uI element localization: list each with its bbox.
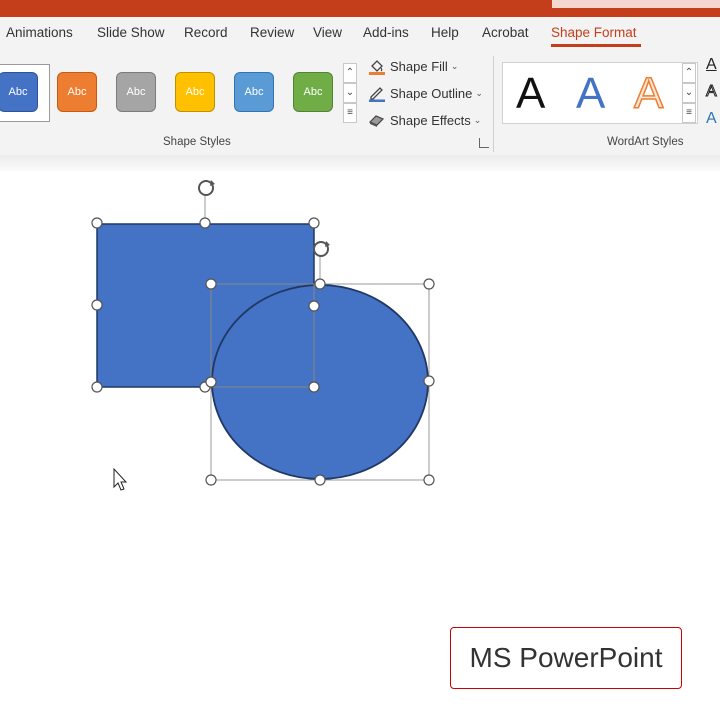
ellipse-shape[interactable]	[211, 284, 429, 480]
rectangle-rotate-icon[interactable]	[198, 180, 215, 196]
mouse-cursor-icon	[113, 467, 128, 491]
ellipse-rotate-icon[interactable]	[313, 241, 330, 257]
brand-label: MS PowerPoint	[450, 627, 682, 689]
slide-canvas[interactable]	[0, 0, 720, 720]
